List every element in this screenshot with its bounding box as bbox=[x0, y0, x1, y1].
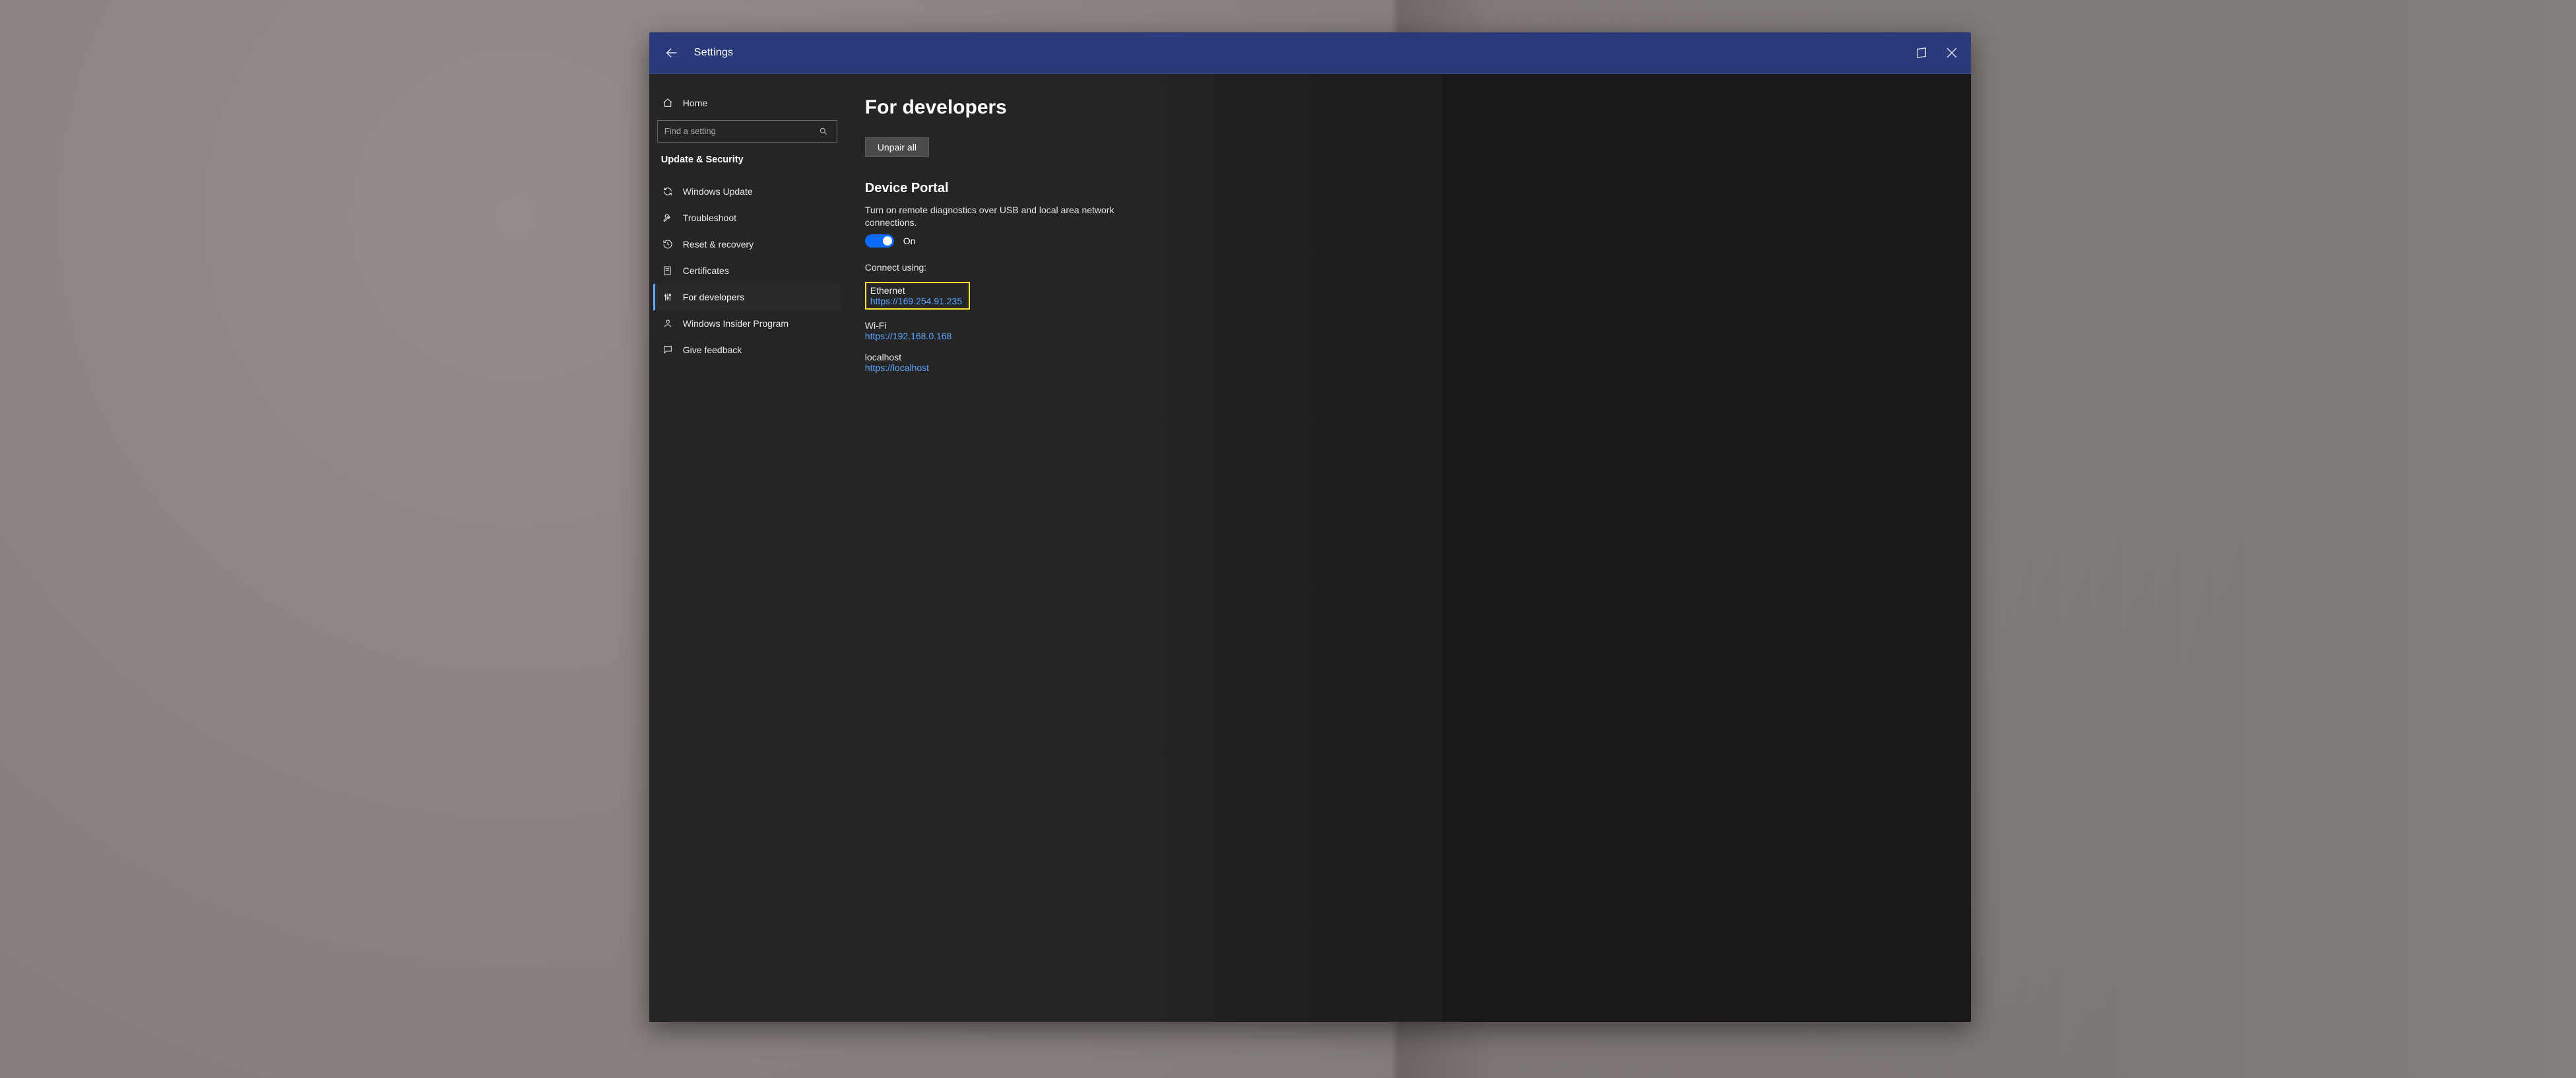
window-body: Home Update & Security bbox=[649, 74, 1971, 1022]
sidebar-item-windows-update[interactable]: Windows Update bbox=[653, 178, 841, 205]
sync-icon bbox=[662, 185, 674, 197]
sidebar-item-reset-recovery[interactable]: Reset & recovery bbox=[653, 231, 841, 257]
ethernet-label: Ethernet bbox=[870, 285, 962, 296]
sidebar-item-label: Home bbox=[683, 98, 707, 108]
window-title: Settings bbox=[694, 47, 733, 59]
localhost-label: localhost bbox=[865, 352, 1958, 362]
sidebar-item-label: Troubleshoot bbox=[683, 213, 736, 223]
search-input[interactable] bbox=[657, 120, 837, 143]
sidebar-item-label: Certificates bbox=[683, 265, 729, 276]
search-wrap bbox=[657, 120, 837, 143]
main-content: For developers Unpair all Device Portal … bbox=[848, 74, 1971, 1022]
wrench-icon bbox=[662, 212, 674, 224]
sidebar-item-for-developers[interactable]: For developers bbox=[653, 284, 841, 310]
wifi-url-link[interactable]: https://192.168.0.168 bbox=[865, 331, 952, 341]
localhost-url-link[interactable]: https://localhost bbox=[865, 362, 929, 373]
device-portal-toggle[interactable] bbox=[865, 234, 894, 248]
sidebar-section-title: Update & Security bbox=[653, 151, 841, 176]
sidebar: Home Update & Security bbox=[649, 74, 848, 1022]
device-portal-toggle-label: On bbox=[903, 236, 916, 246]
sidebar-item-feedback[interactable]: Give feedback bbox=[653, 337, 841, 363]
titlebar: Settings bbox=[649, 32, 1971, 74]
home-icon bbox=[662, 97, 674, 109]
history-icon bbox=[662, 238, 674, 250]
certificate-icon bbox=[662, 265, 674, 277]
follow-me-icon bbox=[1914, 46, 1929, 59]
developers-icon bbox=[662, 291, 674, 303]
sidebar-item-insider[interactable]: Windows Insider Program bbox=[653, 310, 841, 337]
sidebar-item-label: For developers bbox=[683, 292, 744, 302]
settings-window: Settings Hom bbox=[649, 32, 1971, 1022]
page-heading: For developers bbox=[865, 96, 1958, 119]
ethernet-url-link[interactable]: https://169.254.91.235 bbox=[870, 296, 962, 306]
sidebar-item-home[interactable]: Home bbox=[653, 90, 841, 116]
sidebar-item-troubleshoot[interactable]: Troubleshoot bbox=[653, 205, 841, 231]
ethernet-highlight: Ethernet https://169.254.91.235 bbox=[865, 282, 970, 310]
device-portal-heading: Device Portal bbox=[865, 181, 1958, 196]
sidebar-item-label: Windows Update bbox=[683, 186, 753, 197]
sidebar-item-label: Windows Insider Program bbox=[683, 318, 789, 329]
sidebar-item-certificates[interactable]: Certificates bbox=[653, 257, 841, 284]
back-button[interactable] bbox=[659, 40, 685, 66]
close-icon bbox=[1945, 46, 1958, 59]
insider-icon bbox=[662, 318, 674, 329]
sidebar-item-label: Reset & recovery bbox=[683, 239, 754, 250]
back-arrow-icon bbox=[664, 46, 679, 60]
follow-me-button[interactable] bbox=[1906, 40, 1937, 66]
connect-using-label: Connect using: bbox=[865, 262, 1958, 273]
feedback-icon bbox=[662, 344, 674, 356]
device-portal-description: Turn on remote diagnostics over USB and … bbox=[865, 204, 1129, 229]
close-button[interactable] bbox=[1937, 40, 1967, 66]
wifi-label: Wi-Fi bbox=[865, 320, 1958, 331]
unpair-all-button[interactable]: Unpair all bbox=[865, 137, 929, 157]
sidebar-item-label: Give feedback bbox=[683, 345, 742, 355]
